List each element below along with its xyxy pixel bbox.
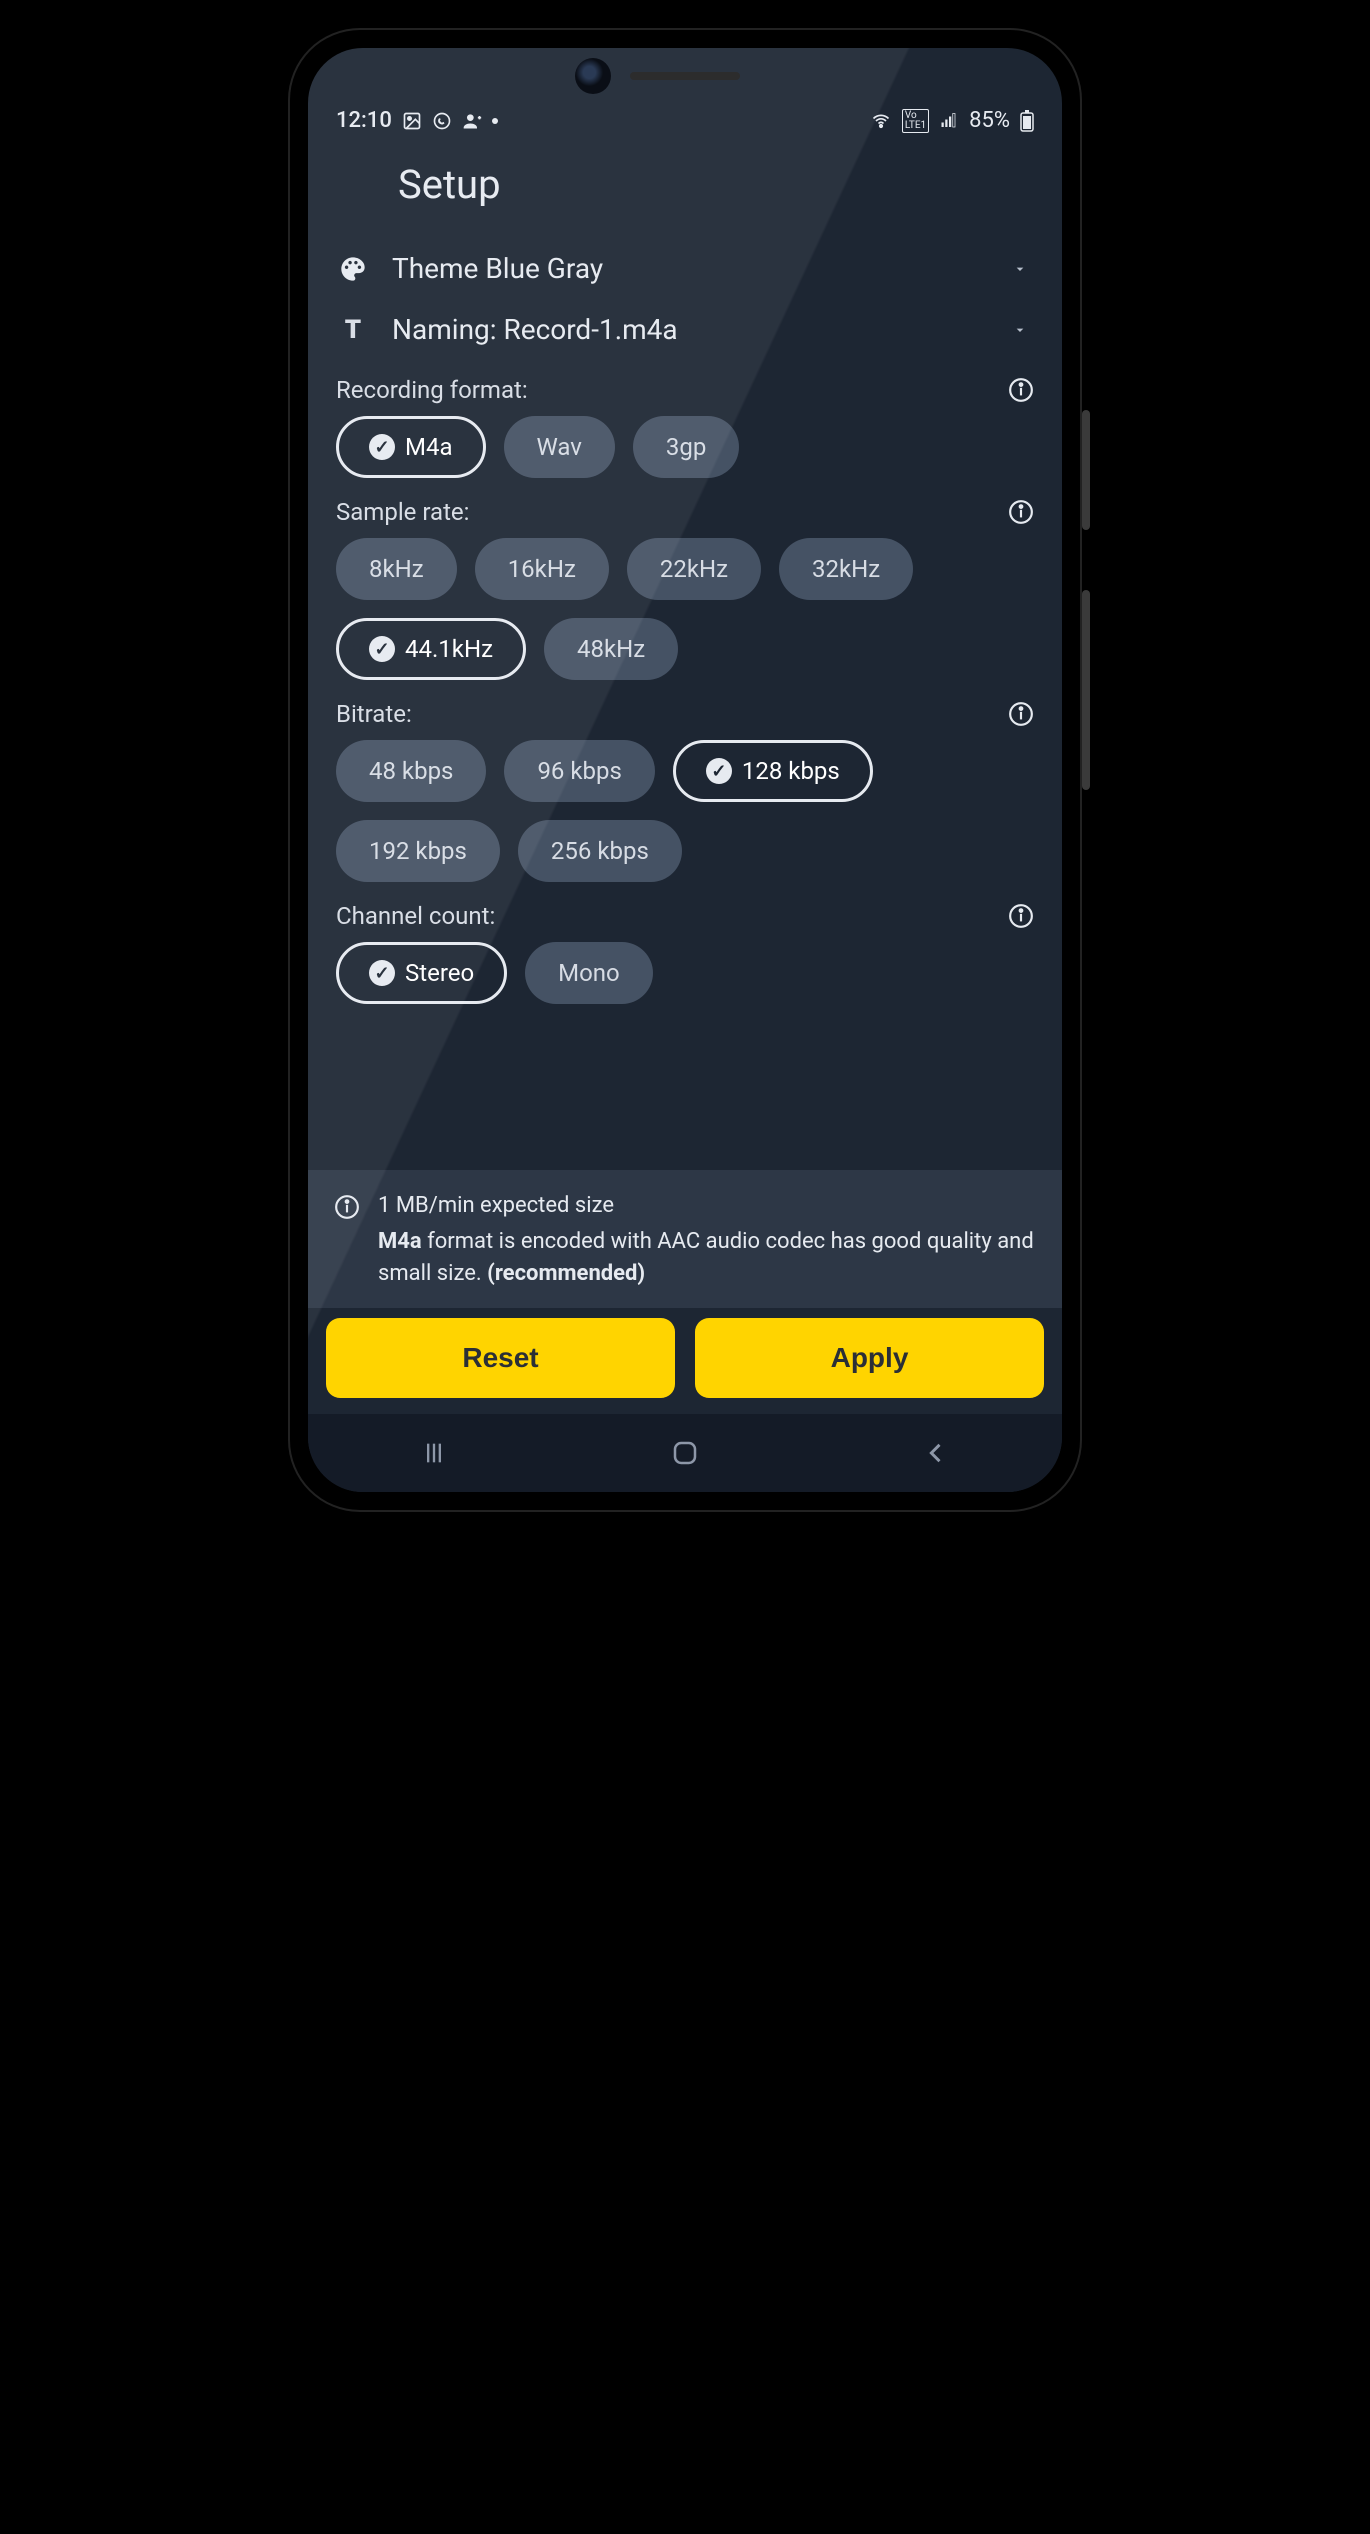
- format-option[interactable]: 3gp: [633, 416, 739, 478]
- format-title: Recording format:: [336, 376, 528, 404]
- volume-button: [1082, 410, 1090, 530]
- format-chips: ✓ M4a Wav 3gp: [336, 416, 1034, 478]
- samplerate-chips: 8kHz 16kHz 22kHz 32kHz ✓ 44.1kHz 48kHz: [336, 538, 1034, 680]
- samplerate-title: Sample rate:: [336, 498, 469, 526]
- bitrate-option[interactable]: 192 kbps: [336, 820, 500, 882]
- bitrate-title: Bitrate:: [336, 700, 412, 728]
- bitrate-section: Bitrate: 48 kbps 96 kbps ✓ 128 kbps 192 kbps…: [308, 684, 1062, 886]
- check-icon: ✓: [369, 960, 395, 986]
- sample_rate-option[interactable]: 32kHz: [779, 538, 913, 600]
- channel-option[interactable]: Mono: [525, 942, 653, 1004]
- sample_rate-option[interactable]: 16kHz: [475, 538, 609, 600]
- info-icon: [334, 1190, 360, 1220]
- front-camera: [575, 58, 611, 94]
- info-icon[interactable]: [1008, 377, 1034, 403]
- screen: 12:10 VoLTE1 85%: [308, 48, 1062, 1492]
- apply-button[interactable]: Apply: [695, 1318, 1044, 1398]
- chip-label: 96 kbps: [537, 757, 621, 785]
- chip-label: 256 kbps: [551, 837, 649, 865]
- info-icon[interactable]: [1008, 903, 1034, 929]
- power-button: [1082, 590, 1090, 790]
- channel-option[interactable]: ✓ Stereo: [336, 942, 507, 1004]
- sample_rate-option[interactable]: 48kHz: [544, 618, 678, 680]
- battery-text: 85%: [969, 108, 1010, 133]
- format-name: M4a: [378, 1229, 422, 1254]
- chip-label: 16kHz: [508, 555, 576, 583]
- dot-icon: [492, 118, 498, 124]
- status-time: 12:10: [336, 108, 392, 133]
- bitrate-option[interactable]: 48 kbps: [336, 740, 486, 802]
- chip-label: Stereo: [405, 959, 474, 987]
- bitrate-option[interactable]: 96 kbps: [504, 740, 654, 802]
- format-section: Recording format: ✓ M4a Wav 3gp: [308, 360, 1062, 482]
- info-icon[interactable]: [1008, 499, 1034, 525]
- chip-label: 32kHz: [812, 555, 880, 583]
- chip-label: Wav: [537, 433, 582, 461]
- recents-button[interactable]: [394, 1439, 474, 1467]
- expected-size-text: 1 MB/min expected size: [378, 1190, 1036, 1222]
- reset-button[interactable]: Reset: [326, 1318, 675, 1398]
- back-button[interactable]: [896, 1439, 976, 1467]
- chip-label: 22kHz: [660, 555, 728, 583]
- battery-icon: [1020, 110, 1034, 132]
- check-icon: ✓: [369, 636, 395, 662]
- format-option[interactable]: ✓ M4a: [336, 416, 486, 478]
- whatsapp-icon: [432, 111, 452, 131]
- theme-row[interactable]: Theme Blue Gray: [308, 238, 1062, 299]
- check-icon: ✓: [706, 758, 732, 784]
- text-icon: T: [336, 315, 370, 345]
- chip-label: Mono: [558, 959, 620, 987]
- chip-label: 128 kbps: [742, 757, 840, 785]
- theme-label: Theme Blue Gray: [392, 252, 990, 285]
- chip-label: 3gp: [666, 433, 706, 461]
- check-icon: ✓: [369, 434, 395, 460]
- image-icon: [402, 111, 422, 131]
- content-area: Setup Theme Blue Gray T Naming: Record-1…: [308, 143, 1062, 1492]
- format-option[interactable]: Wav: [504, 416, 615, 478]
- phone-frame: 12:10 VoLTE1 85%: [290, 30, 1080, 1510]
- bitrate-chips: 48 kbps 96 kbps ✓ 128 kbps 192 kbps 256 kbps: [336, 740, 1034, 882]
- chip-label: 8kHz: [369, 555, 424, 583]
- chip-label: 44.1kHz: [405, 635, 493, 663]
- system-nav-bar: [308, 1414, 1062, 1492]
- status-bar: 12:10 VoLTE1 85%: [308, 48, 1062, 143]
- channel-chips: ✓ Stereo Mono: [336, 942, 1034, 1004]
- channel-section: Channel count: ✓ Stereo Mono: [308, 886, 1062, 1008]
- chevron-down-icon: [1012, 322, 1028, 338]
- chip-label: 48kHz: [577, 635, 645, 663]
- bitrate-option[interactable]: 256 kbps: [518, 820, 682, 882]
- signal-icon: [939, 112, 959, 130]
- sample_rate-option[interactable]: 8kHz: [336, 538, 457, 600]
- info-panel: 1 MB/min expected size M4a format is enc…: [308, 1170, 1062, 1308]
- sample_rate-option[interactable]: ✓ 44.1kHz: [336, 618, 526, 680]
- naming-label: Naming: Record-1.m4a: [392, 313, 990, 346]
- action-bar: Reset Apply: [308, 1308, 1062, 1414]
- home-button[interactable]: [645, 1438, 725, 1468]
- speaker-grill: [630, 72, 740, 80]
- chip-label: M4a: [405, 433, 453, 461]
- bitrate-option[interactable]: ✓ 128 kbps: [673, 740, 873, 802]
- palette-icon: [336, 255, 370, 283]
- wifi-icon: [870, 111, 892, 131]
- channel-title: Channel count:: [336, 902, 495, 930]
- chip-label: 192 kbps: [369, 837, 467, 865]
- info-icon[interactable]: [1008, 701, 1034, 727]
- sample_rate-option[interactable]: 22kHz: [627, 538, 761, 600]
- volte-icon: VoLTE1: [902, 109, 929, 133]
- page-title: Setup: [308, 143, 1062, 238]
- chevron-down-icon: [1012, 261, 1028, 277]
- format-description: M4a format is encoded with AAC audio cod…: [378, 1226, 1036, 1290]
- samplerate-section: Sample rate: 8kHz 16kHz 22kHz 32kHz ✓ 44.1kHz…: [308, 482, 1062, 684]
- chip-label: 48 kbps: [369, 757, 453, 785]
- naming-row[interactable]: T Naming: Record-1.m4a: [308, 299, 1062, 360]
- person-add-icon: [462, 111, 482, 131]
